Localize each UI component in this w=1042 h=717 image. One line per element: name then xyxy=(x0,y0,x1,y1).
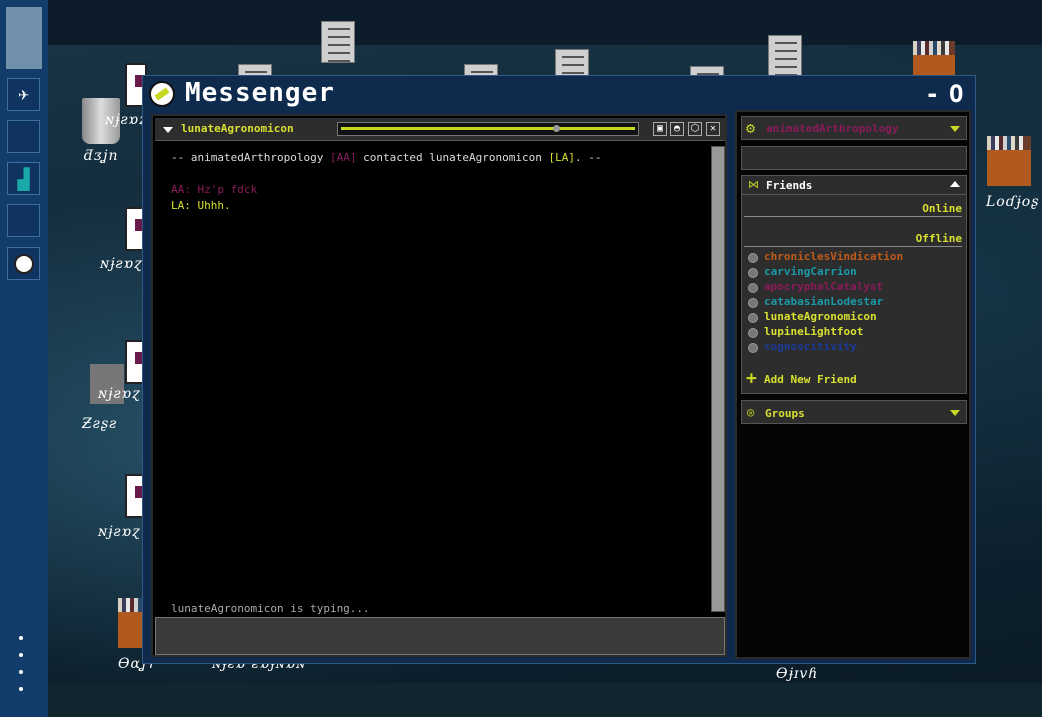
zsos-label: Ƶƨʂƨ xyxy=(82,416,118,432)
minimize-button[interactable]: - xyxy=(925,80,939,108)
friend-name: apocryphalCatalyst xyxy=(764,280,884,293)
status-dot xyxy=(748,343,758,353)
status-dot xyxy=(748,298,758,308)
file-label: ɴɉƨɒɀ xyxy=(98,524,141,540)
bookshelf-icon[interactable] xyxy=(987,136,1031,186)
status-dot xyxy=(748,313,758,323)
system-text: . -- xyxy=(575,151,602,164)
mood-field[interactable] xyxy=(741,146,967,170)
groups-icon: ◎ xyxy=(747,405,755,419)
system-text: -- animatedArthropology xyxy=(171,151,330,164)
chat-contact-name: lunateAgronomicon xyxy=(181,122,294,135)
settings-hex-icon[interactable]: ⬡ xyxy=(688,122,702,136)
taskbar: ✈ ▟ xyxy=(0,0,48,717)
status-dot xyxy=(748,268,758,278)
messenger-icon[interactable] xyxy=(7,247,40,280)
chevron-up-icon[interactable] xyxy=(950,181,960,187)
status-dot xyxy=(748,328,758,338)
taskbar-slot[interactable] xyxy=(7,120,40,153)
friend-name: catabasianLodestar xyxy=(764,295,884,308)
groups-header[interactable]: ◎ Groups xyxy=(741,400,967,424)
file-label: ɴɉƨɒɀ xyxy=(98,386,141,402)
add-friend-label: Add New Friend xyxy=(764,373,857,386)
desktop-bottom-strip xyxy=(48,683,1042,717)
user-status-bar[interactable]: ⚙ animatedArthropology xyxy=(741,116,967,140)
chat-message: LA: Uhhh. xyxy=(171,199,231,212)
trash-label: ƌᴣʝn xyxy=(84,148,119,164)
chat-pane: lunateAgronomicon ▣ ◓ ⬡ ✕ -- animatedArt… xyxy=(151,114,727,657)
start-button[interactable] xyxy=(6,7,42,69)
close-icon[interactable]: ✕ xyxy=(706,122,720,136)
document-icon[interactable] xyxy=(768,35,802,77)
chat-slider[interactable] xyxy=(337,122,639,136)
status-dot xyxy=(748,253,758,263)
username: animatedArthropology xyxy=(766,122,899,135)
chat-log: -- animatedArthropology [AA] contacted l… xyxy=(171,150,701,214)
chat-header: lunateAgronomicon ▣ ◓ ⬡ ✕ xyxy=(155,118,725,141)
friend-name: lunateAgronomicon xyxy=(764,310,877,323)
chevron-down-icon[interactable] xyxy=(163,127,173,133)
bookshelf-icon[interactable] xyxy=(913,41,955,77)
sidebar: ⚙ animatedArthropology ⋈ Friends Online … xyxy=(735,110,971,659)
friends-panel: ⋈ Friends Online Offline chroniclesVindi… xyxy=(741,175,967,394)
message-input[interactable] xyxy=(155,617,725,655)
messenger-window: Messenger - O lunateAgronomicon ▣ ◓ ⬡ ✕ … xyxy=(142,75,976,664)
bowtie-icon: ⋈ xyxy=(748,178,759,191)
friend-name: chroniclesVindication xyxy=(764,250,904,263)
friend-name: carvingCarrion xyxy=(764,265,857,278)
friend-name: lupineLightfoot xyxy=(764,325,864,338)
online-section-label: Online xyxy=(744,202,962,217)
ojivh-label: Ɵɉɪvɦ xyxy=(776,666,819,682)
more-dots-icon[interactable] xyxy=(19,636,25,704)
offline-section-label: Offline xyxy=(744,232,962,247)
system-message: -- animatedArthropology [AA] contacted l… xyxy=(171,150,701,166)
system-text: contacted lunateAgronomicon xyxy=(356,151,549,164)
messenger-app-icon xyxy=(149,81,175,107)
friends-header[interactable]: ⋈ Friends xyxy=(742,176,966,195)
slider-knob[interactable] xyxy=(553,125,561,132)
window-titlebar[interactable]: Messenger - O xyxy=(143,76,977,110)
system-tag-aa: [AA] xyxy=(329,151,357,164)
window-title: Messenger xyxy=(185,78,335,108)
chat-scrollbar[interactable] xyxy=(711,146,725,612)
memo-icon[interactable]: ▣ xyxy=(653,122,667,136)
slider-track xyxy=(341,127,635,130)
system-tag-la: [LA] xyxy=(548,151,576,164)
taskbar-slot[interactable] xyxy=(7,204,40,237)
gear-icon[interactable]: ⚙ xyxy=(746,120,755,136)
document-icon[interactable] xyxy=(321,21,355,63)
chevron-down-icon[interactable] xyxy=(950,126,960,132)
friend-name: cognoscitivity xyxy=(764,340,857,353)
chat-message: AA: Hz'p fdck xyxy=(171,183,258,196)
file-label: ɴɉƨɒɀ xyxy=(100,256,143,272)
city-icon[interactable]: ▟ xyxy=(7,162,40,195)
chevron-down-icon[interactable] xyxy=(950,410,960,416)
plus-icon: + xyxy=(746,368,757,389)
status-dot xyxy=(748,283,758,293)
satellite-icon[interactable]: ✈ xyxy=(7,78,40,111)
close-button[interactable]: O xyxy=(949,80,963,108)
document-icon[interactable] xyxy=(555,49,589,77)
lodjos-label: Loɗɉoʂ xyxy=(986,194,1040,210)
friends-title: Friends xyxy=(766,179,813,192)
mood-icon[interactable]: ◓ xyxy=(670,122,684,136)
bookshelf-icon[interactable] xyxy=(118,598,142,648)
groups-label: Groups xyxy=(765,407,805,420)
typing-status: lunateAgronomicon is typing... xyxy=(171,602,370,615)
